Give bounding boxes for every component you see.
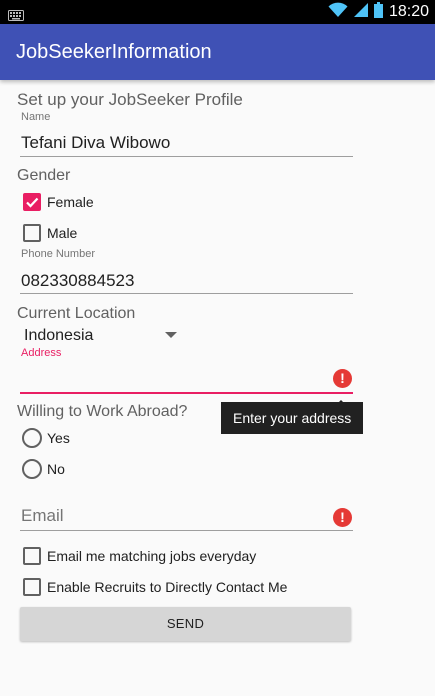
app-title: JobSeekerInformation: [16, 41, 212, 63]
name-label: Name: [21, 111, 51, 123]
address-error-tooltip: Enter your address: [221, 402, 364, 434]
gender-female-checkbox[interactable]: Female: [23, 192, 223, 214]
gender-male-checkbox[interactable]: Male: [23, 223, 223, 245]
abroad-no-radio[interactable]: No: [22, 459, 182, 481]
wifi-icon: [328, 2, 348, 22]
error-icon: !: [333, 369, 352, 388]
status-time: 18:20: [388, 3, 429, 20]
address-label: Address: [21, 347, 62, 359]
status-bar: 18:20: [0, 0, 435, 24]
unchecked-box-icon: [23, 547, 41, 565]
checked-box-icon: [23, 193, 41, 211]
phone-underline: [20, 293, 353, 294]
unchecked-box-icon: [23, 578, 41, 596]
radio-unselected-icon: [22, 459, 42, 479]
send-button[interactable]: SEND: [20, 607, 351, 641]
recruit-contact-checkbox[interactable]: Enable Recruits to Directly Contact Me: [23, 577, 323, 599]
keyboard-icon: [8, 6, 24, 25]
location-selected: Indonesia: [24, 327, 94, 344]
status-icons: 18:20: [328, 0, 429, 24]
recruit-contact-label: Enable Recruits to Directly Contact Me: [47, 579, 288, 595]
yes-label: Yes: [47, 430, 70, 446]
signal-icon: [353, 2, 368, 22]
email-input[interactable]: Email: [21, 506, 64, 526]
name-underline: [20, 156, 353, 157]
unchecked-box-icon: [23, 224, 41, 242]
male-label: Male: [47, 225, 78, 241]
phone-label: Phone Number: [21, 248, 95, 260]
address-input[interactable]: [20, 362, 353, 392]
address-underline: [20, 392, 353, 394]
dropdown-arrow-icon: [165, 332, 177, 338]
email-jobs-label: Email me matching jobs everyday: [47, 548, 257, 564]
form-heading: Set up your JobSeeker Profile: [17, 90, 243, 109]
female-label: Female: [47, 194, 94, 210]
abroad-yes-radio[interactable]: Yes: [22, 428, 182, 450]
app-bar: JobSeekerInformation: [0, 24, 435, 80]
app-screen: 18:20 JobSeekerInformation Set up your J…: [0, 0, 435, 696]
gender-label: Gender: [17, 167, 71, 184]
phone-input[interactable]: 082330884523: [21, 271, 134, 291]
radio-unselected-icon: [22, 428, 42, 448]
name-input[interactable]: Tefani Diva Wibowo: [21, 133, 170, 153]
email-underline: [20, 530, 353, 531]
email-jobs-checkbox[interactable]: Email me matching jobs everyday: [23, 546, 323, 568]
no-label: No: [47, 461, 65, 477]
location-dropdown[interactable]: Indonesia: [20, 325, 180, 347]
error-icon: !: [333, 508, 352, 527]
battery-icon: [373, 2, 383, 22]
abroad-label: Willing to Work Abroad?: [17, 403, 188, 420]
location-label: Current Location: [17, 305, 136, 322]
